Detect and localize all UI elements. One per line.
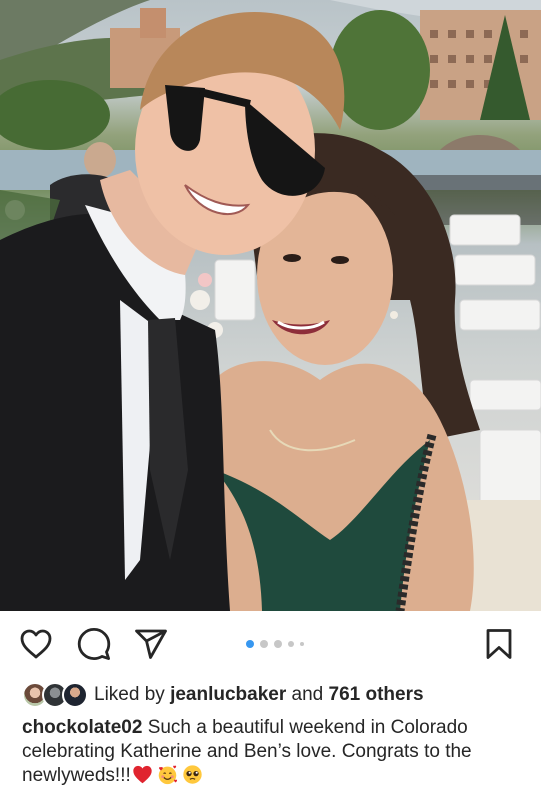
- likes-count-link[interactable]: 761 others: [329, 684, 424, 705]
- bookmark-outline-icon: [486, 629, 512, 659]
- likes-and: and: [291, 684, 324, 705]
- caption-username[interactable]: chockolate02: [22, 717, 142, 738]
- likes-row[interactable]: Liked by jeanlucbaker and 761 others: [22, 681, 424, 709]
- heart-outline-icon: [20, 629, 52, 659]
- carousel-indicator: [246, 638, 304, 650]
- selfie-photo-illustration: [0, 0, 541, 611]
- carousel-dot: [288, 641, 294, 647]
- pleading-face-emoji: [183, 765, 202, 784]
- liker-avatars[interactable]: [22, 682, 88, 708]
- comment-bubble-icon: [77, 628, 111, 660]
- save-button[interactable]: [481, 626, 517, 662]
- likes-summary: Liked by jeanlucbaker and 761 others: [94, 684, 424, 706]
- liker-username[interactable]: jeanlucbaker: [170, 684, 286, 705]
- likes-prefix: Liked by: [94, 684, 165, 705]
- red-heart-emoji: [133, 765, 152, 784]
- carousel-dot: [260, 640, 268, 648]
- paper-plane-icon: [135, 629, 167, 659]
- post-actions-bar: [0, 611, 541, 677]
- like-button[interactable]: [18, 626, 54, 662]
- carousel-dot: [300, 642, 304, 646]
- share-button[interactable]: [133, 626, 169, 662]
- comment-button[interactable]: [76, 626, 112, 662]
- caption-emojis: [132, 764, 203, 785]
- avatar[interactable]: [62, 682, 88, 708]
- carousel-dot: [274, 640, 282, 648]
- post-photo[interactable]: [0, 0, 541, 611]
- smiling-face-with-hearts-emoji: [158, 765, 177, 785]
- post-caption: chockolate02 Such a beautiful weekend in…: [22, 716, 527, 788]
- carousel-dot-active: [246, 640, 254, 648]
